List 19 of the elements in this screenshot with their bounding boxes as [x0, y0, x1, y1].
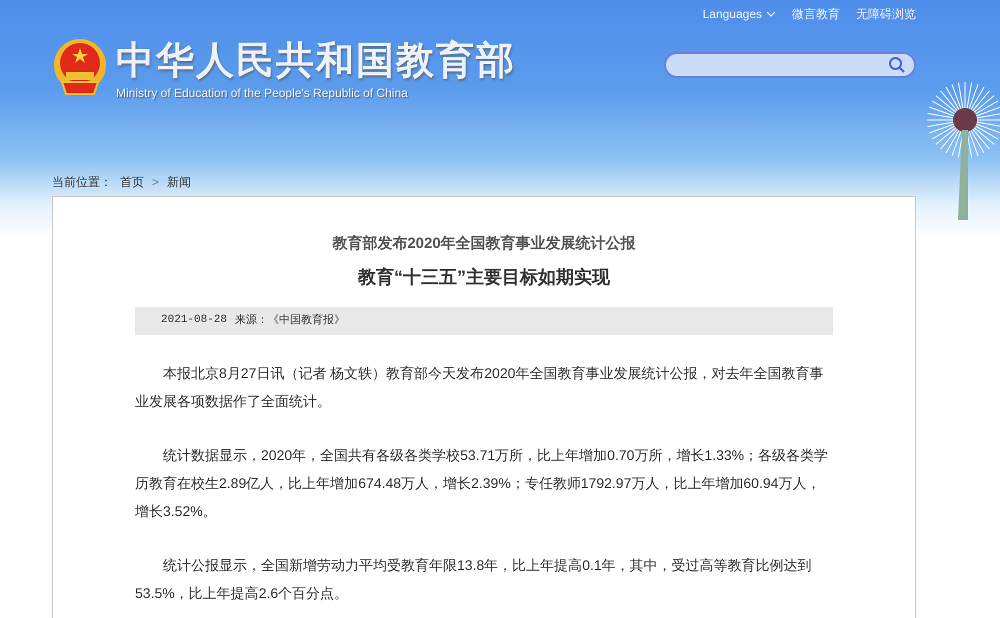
article-date: 2021-08-28: [161, 313, 228, 328]
article-paragraph: 统计数据显示，2020年，全国共有各级各类学校53.71万所，比上年增加0.70万所，增长1.33%；各级各类学历教育在校生2.89亿人，比上年增加674.48万人，增长2.39%；专任教师1792.97万人，比上年增加60.94万人，增长3.52%。: [135, 446, 830, 520]
article-source: 来源：《中国教育报》: [235, 312, 346, 328]
article-kicker: 教育部发布2020年全国教育事业发展统计公报: [331, 234, 637, 254]
article-paragraph: 本报北京8月27日讯（记者 杨文轶）教育部今天发布2020年全国教育事业发展统计公报，对去年全国教育事业发展各项数据作了全面统计。: [135, 364, 824, 410]
breadcrumb-link[interactable]: 新闻: [167, 173, 192, 191]
language-menu[interactable]: Languages: [702, 5, 776, 23]
breadcrumb-separator: >: [152, 174, 160, 191]
article-title: 教育“十三五”主要目标如期实现: [356, 266, 611, 288]
search-field[interactable]: [664, 52, 916, 78]
site-subtitle: Ministry of Education of the People's Republic of China: [116, 85, 409, 102]
caret-icon: [766, 11, 776, 17]
breadcrumb-label: 当前位置：: [52, 174, 112, 191]
article-paragraph: 统计公报显示，全国新增劳动力平均受教育年限13.8年，比上年提高0.1年，其中，受过高等教育比例达到53.5%，比上年提高2.6个百分点。: [135, 556, 813, 602]
search-icon[interactable]: [888, 56, 906, 74]
header-link[interactable]: 无障碍浏览: [856, 5, 916, 23]
breadcrumb-link[interactable]: 首页: [120, 173, 144, 191]
emblem-icon: [52, 38, 108, 98]
header-link[interactable]: 微言教育: [792, 5, 840, 23]
